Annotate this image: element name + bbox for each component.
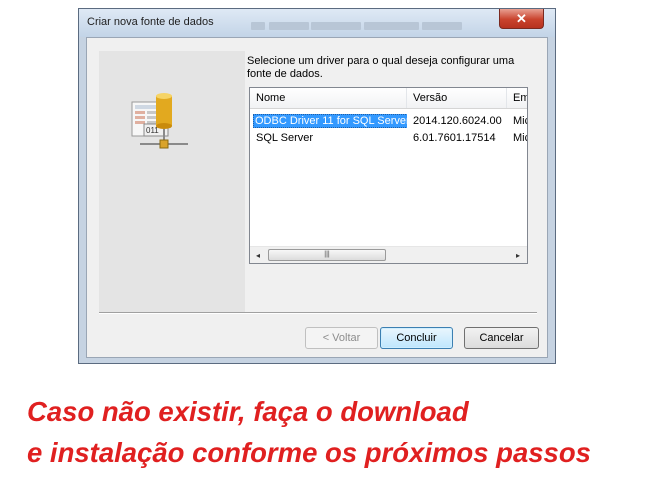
caption-line-2: e instalação conforme os próximos passos [27, 437, 591, 468]
caption-line-1: Caso não existir, faça o download [27, 396, 469, 427]
back-button[interactable]: < Voltar [305, 327, 378, 349]
table-row[interactable]: ODBC Driver 11 for SQL Server 2014.120.6… [250, 113, 527, 130]
driver-company: Mic [513, 115, 527, 127]
column-header-company[interactable]: Em [507, 88, 527, 108]
close-icon: ✕ [516, 11, 527, 26]
background-ghost [269, 22, 309, 30]
finish-button[interactable]: Concluir [380, 327, 453, 349]
driver-name: ODBC Driver 11 for SQL Server [253, 114, 407, 128]
horizontal-scrollbar[interactable]: ◂ ||| ▸ [250, 246, 527, 263]
list-header: Nome Versão Em [250, 88, 527, 109]
column-header-version[interactable]: Versão [407, 88, 507, 108]
cancel-button[interactable]: Cancelar [464, 327, 539, 349]
table-row[interactable]: SQL Server 6.01.7601.17514 Mic [250, 130, 527, 147]
background-ghost [251, 22, 265, 30]
background-ghost [422, 22, 462, 30]
scroll-left-icon[interactable]: ◂ [251, 249, 265, 262]
background-ghost [364, 22, 419, 30]
driver-company: Mic [513, 132, 527, 144]
wizard-banner: 011 [99, 51, 245, 313]
driver-version: 2014.120.6024.00 [413, 115, 502, 127]
dialog-client-area: 011 Selecione um driver para o qual dese… [86, 37, 548, 358]
database-driver-icon: 011 [131, 93, 188, 149]
scroll-thumb[interactable]: ||| [268, 249, 386, 261]
column-header-name[interactable]: Nome [250, 88, 407, 108]
driver-name: SQL Server [256, 132, 314, 144]
create-data-source-dialog: Criar nova fonte de dados ✕ 011 Selecion… [78, 8, 556, 364]
driver-version: 6.01.7601.17514 [413, 132, 496, 144]
scroll-right-icon[interactable]: ▸ [511, 249, 525, 262]
dialog-title: Criar nova fonte de dados [87, 16, 214, 28]
grip-icon: ||| [324, 251, 330, 258]
button-separator [99, 312, 537, 314]
driver-list[interactable]: Nome Versão Em ODBC Driver 11 for SQL Se… [249, 87, 528, 264]
driver-prompt-text: Selecione um driver para o qual deseja c… [247, 55, 515, 80]
close-button[interactable]: ✕ [499, 9, 544, 29]
background-ghost [311, 22, 361, 30]
title-bar[interactable]: Criar nova fonte de dados ✕ [79, 9, 555, 37]
